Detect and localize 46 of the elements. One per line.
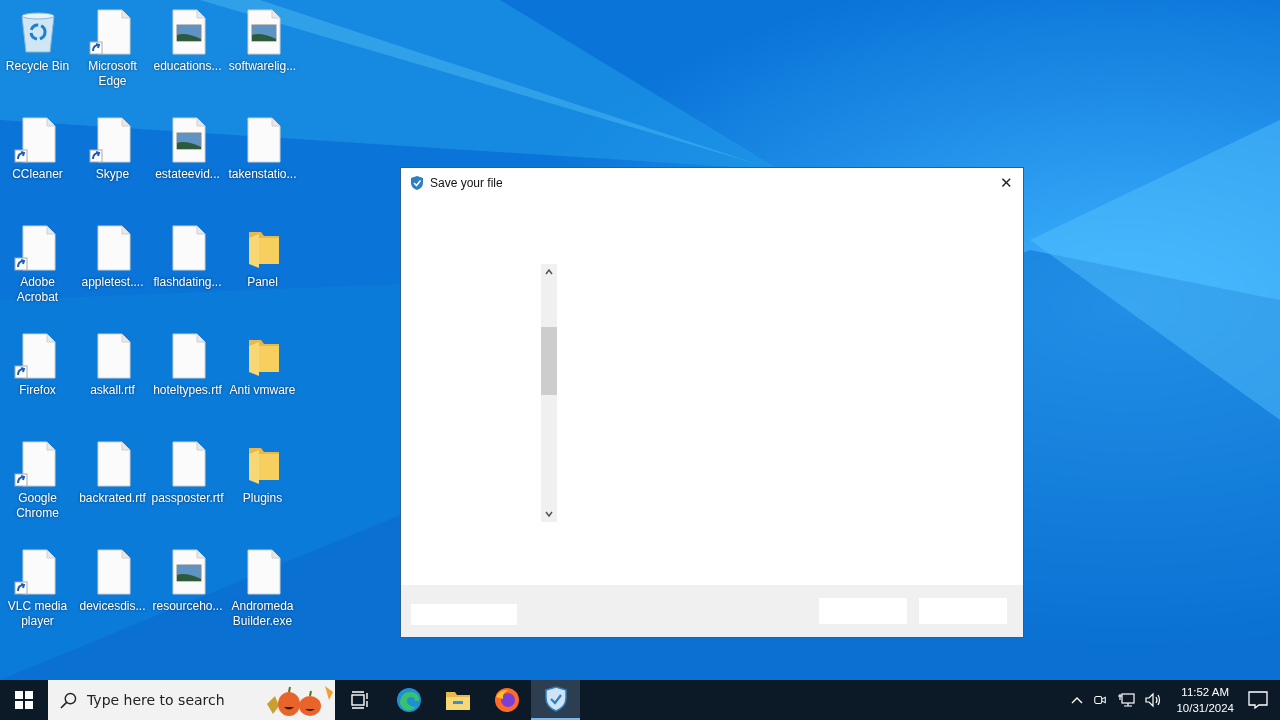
- icon-label: Andromeda Builder.exe: [230, 599, 295, 629]
- search-input[interactable]: Type here to search: [85, 691, 259, 709]
- icon-label: Firefox: [18, 383, 57, 398]
- icon-label: educations...: [152, 59, 223, 74]
- shield-icon: [544, 686, 567, 712]
- icon-label: Skype: [94, 167, 131, 182]
- icon-label: CCleaner: [11, 167, 64, 182]
- notification-icon[interactable]: [1248, 690, 1268, 710]
- browser-wave-icon: [395, 687, 422, 713]
- icon-label: backrated.rtf: [78, 491, 147, 506]
- close-button[interactable]: ✕: [991, 168, 1021, 198]
- icon-label: Anti vmware: [228, 383, 297, 398]
- clock-time[interactable]: 11:52 AM: [1181, 684, 1230, 700]
- fox-globe-icon: [493, 687, 520, 713]
- scroll-down-icon[interactable]: [544, 509, 554, 519]
- icon-label: askall.rtf: [89, 383, 136, 398]
- icon-label: takenstatio...: [227, 167, 298, 182]
- icon-label: passposter.rtf: [150, 491, 225, 506]
- clock-date[interactable]: 10/31/2024: [1176, 700, 1234, 716]
- icon-label: Adobe Acrobat: [15, 275, 60, 305]
- icon-label: Google Chrome: [15, 491, 60, 521]
- icon-label: resourceho...: [151, 599, 224, 614]
- chevron-up-icon[interactable]: [1071, 696, 1084, 704]
- scroll-thumb[interactable]: [541, 327, 557, 395]
- icon-label: Microsoft Edge: [87, 59, 138, 89]
- window-title: Save your file: [430, 176, 503, 190]
- task-view-icon: [349, 691, 370, 709]
- icon-label: devicesdis...: [78, 599, 147, 614]
- icon-label: Recycle Bin: [4, 59, 71, 74]
- search-field[interactable]: Type here to search: [48, 680, 335, 720]
- icon-label: appletest....: [80, 275, 145, 290]
- network-icon[interactable]: [1117, 692, 1136, 708]
- search-icon: [60, 691, 77, 709]
- windows-logo-icon: [15, 691, 33, 709]
- icon-label: hoteltypes.rtf: [152, 383, 223, 398]
- icon-label: flashdating...: [152, 275, 223, 290]
- icon-label: estateevid...: [154, 167, 221, 182]
- shield-icon: [411, 176, 423, 190]
- icon-label: VLC media player: [6, 599, 69, 629]
- icon-label: softwarelig...: [227, 59, 298, 74]
- scrollbar[interactable]: [541, 264, 557, 522]
- taskbar-app-button[interactable]: [531, 680, 580, 720]
- icon-label: Plugins: [241, 491, 284, 506]
- icon-label: Panel: [246, 275, 279, 290]
- scroll-up-icon[interactable]: [544, 267, 554, 277]
- folder-icon: [444, 689, 471, 711]
